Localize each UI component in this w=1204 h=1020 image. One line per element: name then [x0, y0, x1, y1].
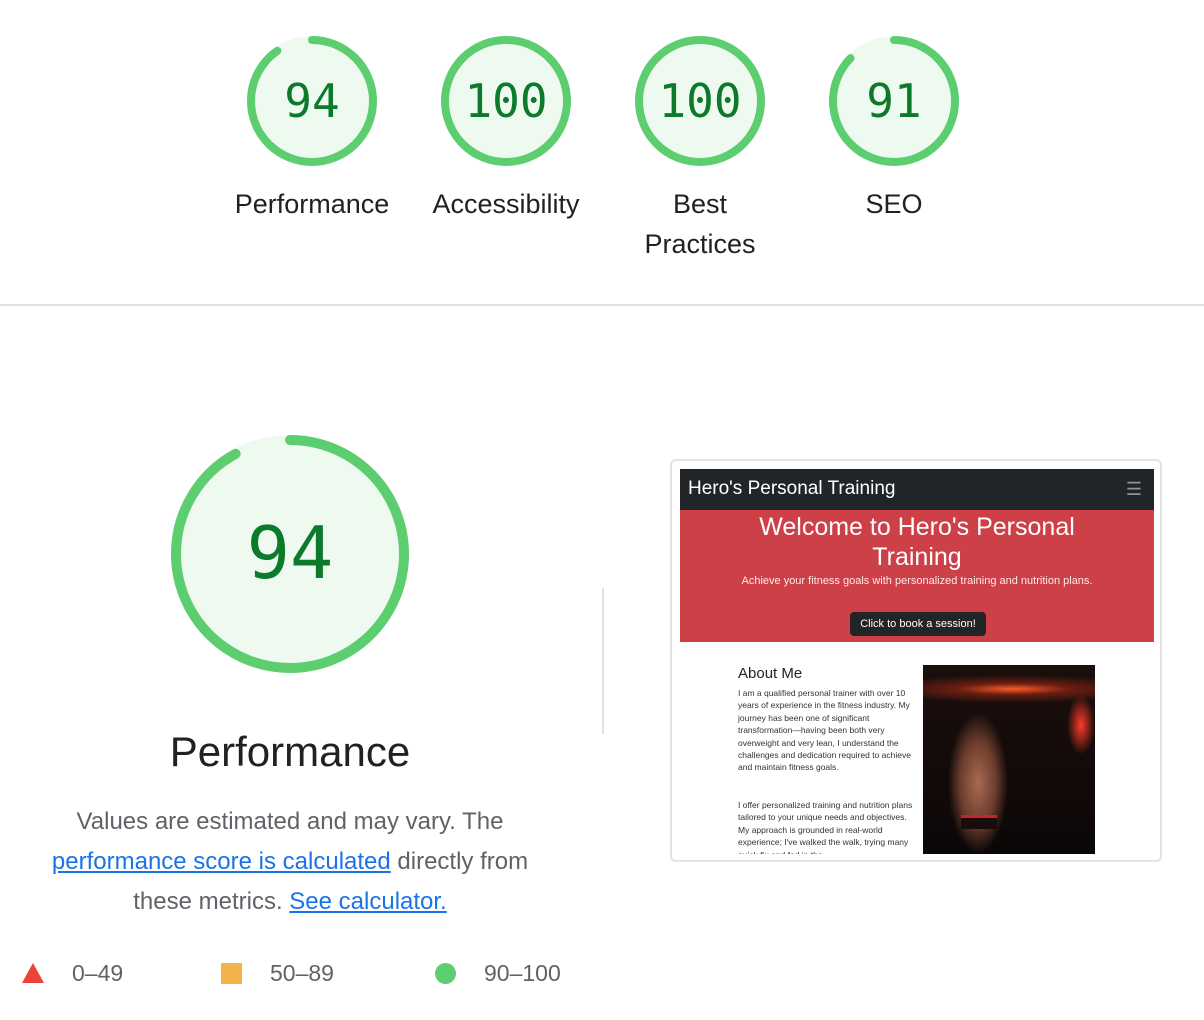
- see-calculator-link[interactable]: See calculator.: [289, 888, 446, 915]
- gauge-seo[interactable]: 91: [828, 35, 960, 167]
- screenshot-about-title: About Me: [738, 665, 803, 682]
- vertical-divider: [602, 588, 604, 734]
- gauge-accessibility-label: Accessibility: [432, 189, 580, 219]
- legend-average-label: 50–89: [270, 959, 334, 986]
- fail-triangle-icon: [22, 963, 44, 983]
- desc-prefix: Values are estimated and may vary. The: [76, 808, 504, 835]
- hamburger-icon: ☰: [1125, 479, 1142, 499]
- screenshot-navbar: Hero's Personal Training ☰: [680, 469, 1154, 510]
- legend-fail-label: 0–49: [72, 959, 124, 986]
- legend-pass: 90–100: [435, 958, 561, 988]
- gauge-best-practices[interactable]: 100: [634, 35, 766, 167]
- screenshot-about-paragraph-2: I offer personalized training and nutrit…: [738, 800, 913, 854]
- performance-gauge-large: 94: [168, 432, 412, 676]
- gauge-performance-label: Performance: [234, 189, 390, 219]
- screenshot-brand: Hero's Personal Training: [688, 478, 896, 499]
- gauge-performance-score: 94: [284, 74, 340, 128]
- legend-fail: 0–49: [22, 958, 123, 988]
- gauge-seo-label: SEO: [865, 189, 923, 219]
- gauge-performance[interactable]: 94: [246, 35, 378, 167]
- screenshot-hero-title: Welcome to Hero's Personal Training: [759, 513, 1075, 571]
- gauge-seo-score: 91: [866, 74, 922, 128]
- screenshot-book-button: Click to book a session!: [850, 612, 986, 636]
- performance-score-large: 94: [246, 511, 334, 595]
- score-calculated-link[interactable]: performance score is calculated: [52, 848, 391, 875]
- average-square-icon: [221, 962, 242, 984]
- trainer-photo-shorts: [961, 815, 997, 829]
- screenshot-trainer-photo: [923, 665, 1095, 854]
- screenshot-page: Hero's Personal Training ☰ Welcome to He…: [680, 469, 1154, 854]
- screenshot-about-paragraph-1: I am a qualified personal trainer with o…: [738, 688, 911, 773]
- section-divider: [0, 304, 1204, 306]
- gauge-accessibility-score: 100: [464, 74, 548, 128]
- gauge-best-practices-label: Best Practices: [644, 189, 756, 259]
- screenshot-hero: Welcome to Hero's Personal Training Achi…: [680, 510, 1154, 642]
- gauge-best-practices-score: 100: [658, 74, 742, 128]
- screenshot-hero-subtitle: Achieve your fitness goals with personal…: [741, 575, 1093, 587]
- legend-pass-label: 90–100: [484, 959, 561, 986]
- gauge-accessibility[interactable]: 100: [440, 35, 572, 167]
- legend-average: 50–89: [221, 958, 334, 988]
- performance-title: Performance: [169, 728, 411, 775]
- performance-description: Values are estimated and may vary. The p…: [30, 802, 550, 922]
- pass-circle-icon: [435, 962, 456, 984]
- final-screenshot[interactable]: Hero's Personal Training ☰ Welcome to He…: [670, 459, 1162, 862]
